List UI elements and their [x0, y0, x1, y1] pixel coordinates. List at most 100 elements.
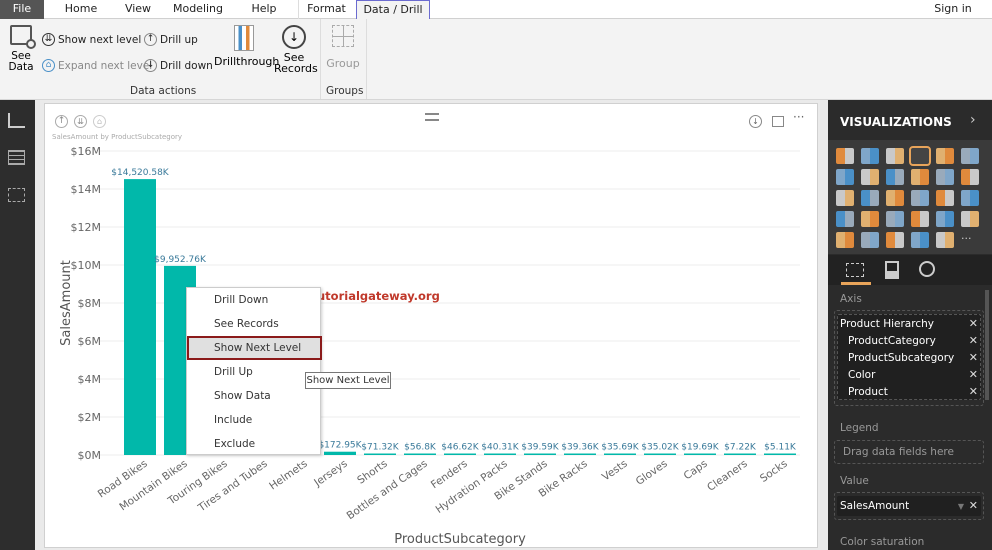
bar	[764, 453, 796, 455]
visual-type-icon[interactable]	[861, 211, 879, 227]
axis-field[interactable]: ProductSubcategory	[848, 352, 954, 364]
context-menu-item[interactable]: Include	[187, 408, 322, 432]
x-tick-label: Tires and Tubes	[195, 458, 269, 515]
value-label: Value	[840, 475, 869, 487]
visual-type-icon[interactable]	[936, 148, 954, 164]
value-field[interactable]: SalesAmount	[840, 500, 909, 512]
visual-type-icon[interactable]	[861, 232, 879, 248]
x-axis-title: ProductSubcategory	[394, 532, 526, 547]
visual-type-icon[interactable]	[861, 169, 879, 185]
data-label: $5.11K	[764, 443, 797, 453]
visual-type-icon[interactable]	[836, 232, 854, 248]
format-paint-roller-icon[interactable]	[885, 261, 899, 279]
bar	[524, 453, 556, 455]
visual-type-icon[interactable]	[886, 211, 904, 227]
visual-type-icon[interactable]	[961, 190, 979, 206]
visual-type-icon[interactable]	[886, 232, 904, 248]
visual-type-icon[interactable]	[936, 232, 954, 248]
y-tick-label: $4M	[78, 373, 102, 386]
visual-type-icon[interactable]	[836, 148, 854, 164]
y-axis-title: SalesAmount	[59, 260, 74, 346]
tooltip: Show Next Level	[305, 372, 391, 389]
x-tick-label: Helmets	[267, 458, 310, 493]
visual-type-icon[interactable]	[936, 169, 954, 185]
x-tick-label: Mountain Bikes	[117, 458, 189, 514]
visual-type-icon[interactable]	[909, 146, 931, 166]
x-tick-label: Hydration Packs	[434, 458, 510, 516]
collapse-chevron-icon[interactable]: ›	[970, 112, 976, 128]
visual-type-icon[interactable]	[886, 190, 904, 206]
y-tick-label: $8M	[78, 297, 102, 310]
visual-type-icon[interactable]	[911, 190, 929, 206]
y-tick-label: $12M	[71, 221, 102, 234]
bar	[484, 453, 516, 455]
axis-field[interactable]: Color	[848, 369, 875, 381]
bar	[564, 453, 596, 455]
axis-field[interactable]: Product	[848, 386, 888, 398]
x-tick-label: Vests	[600, 458, 630, 484]
remove-icon[interactable]: ✕	[969, 351, 978, 364]
visual-type-icon[interactable]	[961, 211, 979, 227]
context-menu-item[interactable]: Drill Up	[187, 360, 322, 384]
visual-type-icon[interactable]	[861, 190, 879, 206]
data-label: $39.36K	[561, 443, 599, 453]
legend-drop-zone[interactable]: Drag data fields here	[834, 440, 984, 464]
visual-type-icon[interactable]	[911, 169, 929, 185]
visual-type-icon[interactable]	[911, 211, 929, 227]
remove-icon[interactable]: ✕	[969, 385, 978, 398]
context-menu-item[interactable]: Show Next Level	[187, 336, 322, 360]
visual-type-icon[interactable]	[836, 190, 854, 206]
context-menu-item[interactable]: See Records	[187, 312, 322, 336]
analytics-magnifier-icon[interactable]	[919, 261, 935, 277]
context-menu: Drill Down See Records Show Next Level Dril…	[186, 287, 322, 456]
context-menu-item[interactable]: Exclude	[187, 432, 322, 456]
visual-type-icon[interactable]: ···	[961, 232, 979, 248]
x-tick-label: Gloves	[634, 458, 670, 488]
pane-scrollbar[interactable]	[985, 290, 989, 400]
pane-title: VISUALIZATIONS	[840, 115, 952, 129]
visual-type-icon[interactable]	[836, 211, 854, 227]
data-label: $71.32K	[361, 443, 399, 453]
y-tick-label: $6M	[78, 335, 102, 348]
visual-type-icon[interactable]	[961, 169, 979, 185]
visual-type-icon[interactable]	[911, 232, 929, 248]
visual-type-icon[interactable]	[936, 190, 954, 206]
y-tick-label: $14M	[71, 183, 102, 196]
x-tick-label: Socks	[758, 458, 790, 485]
bar	[604, 453, 636, 455]
sign-in-link[interactable]: Sign in	[928, 0, 978, 19]
chart-svg: $0M $2M $4M $6M $8M $10M $12M $14M $16M $14,520.5…	[59, 145, 800, 547]
data-label: $19.69K	[681, 443, 719, 453]
axis-field[interactable]: ProductCategory	[848, 335, 936, 347]
legend-label: Legend	[840, 422, 879, 434]
visual-type-icon[interactable]	[886, 148, 904, 164]
data-label: $40.31K	[481, 443, 519, 453]
axis-hierarchy-field[interactable]: Product Hierarchy	[840, 318, 934, 330]
y-tick-label: $10M	[71, 259, 102, 272]
bar	[364, 453, 396, 455]
data-label: $56.8K	[404, 443, 437, 453]
axis-label: Axis	[840, 293, 862, 305]
context-menu-item[interactable]: Drill Down	[187, 288, 322, 312]
fields-tab-icon[interactable]	[846, 263, 864, 277]
bar	[404, 453, 436, 455]
bar	[684, 453, 716, 455]
visual-type-icon[interactable]	[861, 148, 879, 164]
visual-type-icon[interactable]	[836, 169, 854, 185]
bar	[444, 453, 476, 455]
visual-type-icon[interactable]	[961, 148, 979, 164]
color-saturation-label: Color saturation	[840, 536, 925, 548]
context-menu-item[interactable]: Show Data	[187, 384, 322, 408]
y-tick-label: $16M	[71, 145, 102, 158]
active-tab-indicator	[841, 282, 871, 285]
remove-icon[interactable]: ✕	[969, 334, 978, 347]
dropdown-icon[interactable]: ▼	[958, 502, 964, 511]
visual-type-icon[interactable]	[936, 211, 954, 227]
x-tick-label: Cleaners	[705, 458, 750, 494]
remove-icon[interactable]: ✕	[969, 368, 978, 381]
data-label: $35.69K	[601, 443, 639, 453]
visual-type-icon[interactable]	[886, 169, 904, 185]
remove-icon[interactable]: ✕	[969, 317, 978, 330]
data-label: $46.62K	[441, 443, 479, 453]
remove-icon[interactable]: ✕	[969, 499, 978, 512]
